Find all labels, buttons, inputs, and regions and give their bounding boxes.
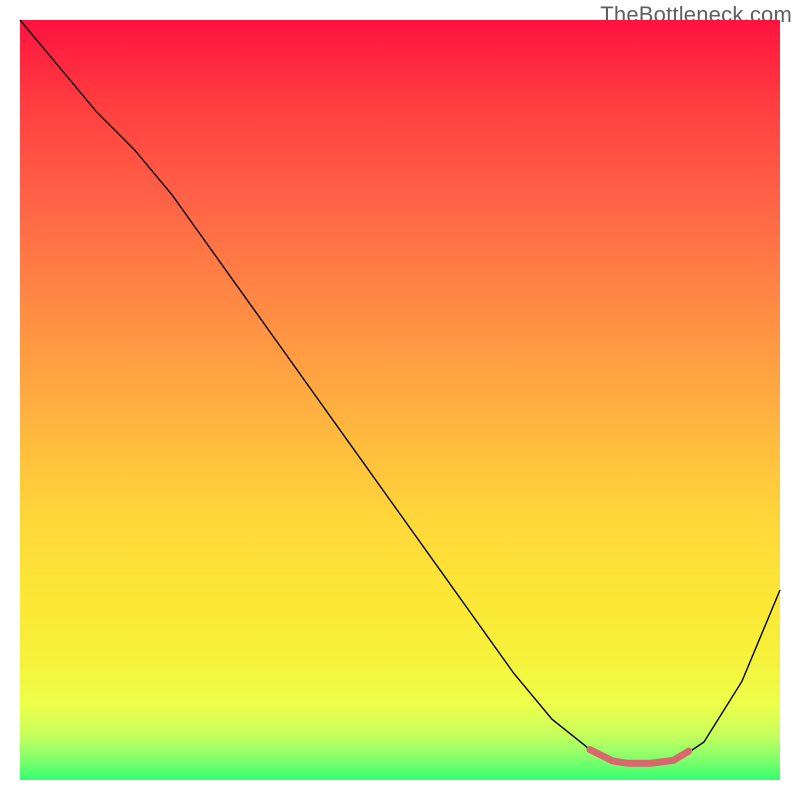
optimal-zone bbox=[590, 750, 689, 764]
bottleneck-curve bbox=[20, 20, 780, 764]
plot-area bbox=[20, 20, 780, 780]
chart-stage: TheBottleneck.com bbox=[0, 0, 800, 800]
curve-svg bbox=[20, 20, 780, 780]
